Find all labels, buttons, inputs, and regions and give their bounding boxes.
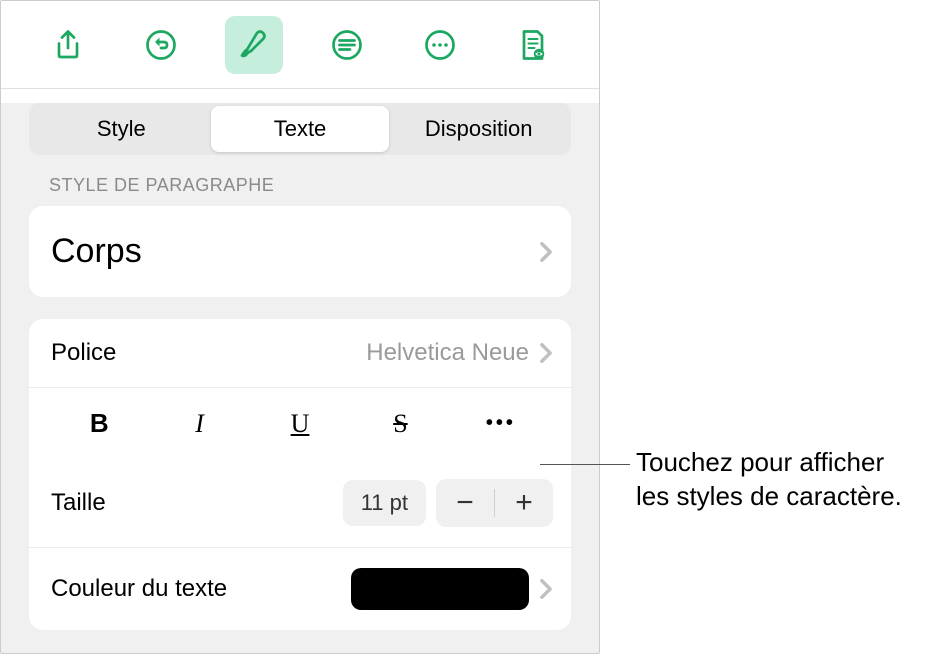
text-color-swatch[interactable] bbox=[351, 568, 529, 610]
callout-text: Touchez pour afficher les styles de cara… bbox=[636, 446, 902, 514]
font-label: Police bbox=[51, 339, 116, 367]
font-row[interactable]: Police Helvetica Neue bbox=[29, 319, 571, 387]
format-panel: Style Texte Disposition Style de paragra… bbox=[0, 0, 600, 654]
more-styles-button[interactable]: ••• bbox=[451, 412, 551, 435]
document-view-button[interactable] bbox=[504, 16, 562, 74]
callout-line1: Touchez pour afficher bbox=[636, 446, 902, 480]
insert-button[interactable] bbox=[318, 16, 376, 74]
underline-button[interactable]: U bbox=[250, 403, 350, 445]
format-buttons-row: B I U S ••• bbox=[29, 387, 571, 459]
font-value: Helvetica Neue bbox=[366, 339, 529, 367]
size-decrease-button[interactable]: − bbox=[436, 479, 494, 527]
size-increase-button[interactable]: + bbox=[495, 479, 553, 527]
italic-button[interactable]: I bbox=[149, 403, 249, 445]
undo-button[interactable] bbox=[132, 16, 190, 74]
chevron-right-icon bbox=[539, 342, 553, 364]
segmented-control: Style Texte Disposition bbox=[29, 103, 571, 155]
tab-disposition[interactable]: Disposition bbox=[389, 106, 568, 152]
paragraph-style-row[interactable]: Corps bbox=[29, 206, 571, 297]
tab-texte[interactable]: Texte bbox=[211, 106, 390, 152]
top-toolbar bbox=[1, 1, 599, 89]
bold-button[interactable]: B bbox=[49, 402, 149, 445]
paragraph-style-header: Style de paragraphe bbox=[49, 175, 551, 196]
content-area: Style Texte Disposition Style de paragra… bbox=[1, 103, 599, 654]
size-row: Taille 11 pt − + bbox=[29, 459, 571, 547]
text-color-label: Couleur du texte bbox=[51, 575, 227, 603]
callout-line2: les styles de caractère. bbox=[636, 480, 902, 514]
tab-style[interactable]: Style bbox=[32, 106, 211, 152]
font-card: Police Helvetica Neue B I U S ••• Taille… bbox=[29, 319, 571, 630]
size-label: Taille bbox=[51, 489, 106, 517]
format-brush-button[interactable] bbox=[225, 16, 283, 74]
paragraph-style-value: Corps bbox=[51, 232, 142, 271]
paragraph-style-card: Corps bbox=[29, 206, 571, 297]
size-value[interactable]: 11 pt bbox=[343, 480, 426, 526]
chevron-right-icon bbox=[539, 241, 553, 263]
chevron-right-icon bbox=[539, 578, 553, 600]
size-stepper: − + bbox=[436, 479, 553, 527]
callout-line bbox=[540, 464, 630, 465]
strikethrough-button[interactable]: S bbox=[350, 403, 450, 445]
text-color-row[interactable]: Couleur du texte bbox=[29, 547, 571, 630]
share-button[interactable] bbox=[39, 16, 97, 74]
more-button[interactable] bbox=[411, 16, 469, 74]
